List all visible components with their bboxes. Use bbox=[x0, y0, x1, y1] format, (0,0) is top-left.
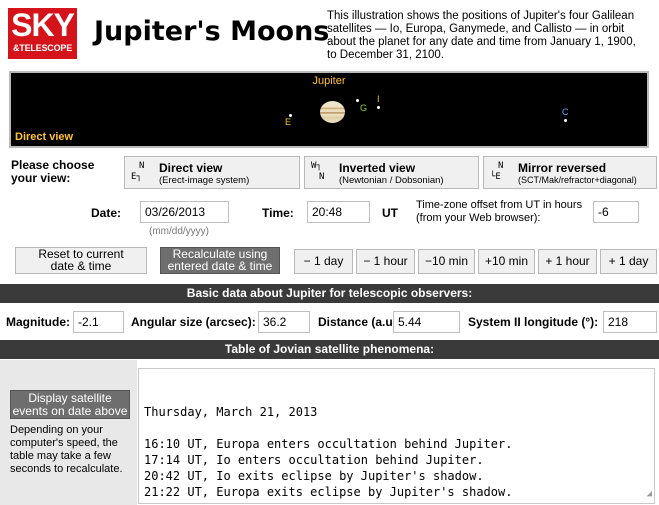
resize-grip-icon[interactable]: ◢ bbox=[647, 486, 652, 502]
angular-size-field[interactable]: 36.2 bbox=[258, 311, 310, 333]
callisto-dot bbox=[564, 119, 567, 122]
date-format-hint: (mm/dd/yyyy) bbox=[149, 226, 209, 237]
inverted-view-button[interactable]: W┐ N Inverted view (Newtonian / Dobsonian… bbox=[304, 156, 479, 189]
jupiter-sky-view: Jupiter E G I C Direct view bbox=[9, 71, 649, 148]
view-prompt: Please choose your view: bbox=[11, 158, 95, 185]
mirror-reversed-button[interactable]: N └E Mirror reversed (SCT/Mak/refractor+d… bbox=[483, 156, 657, 189]
longitude-field[interactable]: 218 bbox=[603, 311, 657, 333]
speed-note: Depending on your computer's speed, the … bbox=[10, 424, 123, 475]
view-name: Direct view bbox=[159, 161, 223, 175]
distance-label: Distance (a.u.): bbox=[318, 315, 405, 329]
ganymede-label: G bbox=[360, 103, 368, 113]
button-label: date & time bbox=[50, 259, 112, 273]
button-label: events on date above bbox=[12, 404, 128, 418]
planet-label: Jupiter bbox=[312, 75, 346, 87]
orientation-icon: N └E bbox=[490, 161, 504, 182]
longitude-label: System II longitude (°): bbox=[468, 315, 599, 329]
plus-1-day-button[interactable]: + 1 day bbox=[600, 249, 657, 274]
orientation-icon: W┐ N bbox=[311, 161, 325, 182]
time-label: Time: bbox=[262, 206, 294, 220]
jupiter-disk bbox=[320, 101, 345, 123]
minus-1-day-button[interactable]: − 1 day bbox=[294, 249, 353, 274]
direct-view-button[interactable]: N E┐ Direct view (Erect-image system) bbox=[124, 156, 300, 189]
europa-label: E bbox=[285, 117, 292, 127]
logo-subwordmark: &TELESCOPE bbox=[12, 43, 72, 53]
date-input[interactable]: 03/26/2013 bbox=[140, 201, 229, 223]
view-subtitle: (Erect-image system) bbox=[159, 175, 250, 186]
magnitude-label: Magnitude: bbox=[6, 315, 70, 329]
view-name: Inverted view bbox=[339, 161, 416, 175]
phenomena-heading: Table of Jovian satellite phenomena: bbox=[0, 340, 659, 359]
view-name: Mirror reversed bbox=[518, 161, 607, 175]
io-dot bbox=[377, 106, 380, 109]
intro-text: This illustration shows the positions of… bbox=[327, 10, 636, 61]
recalculate-button[interactable]: Recalculate using entered date & time bbox=[160, 247, 280, 274]
display-events-button[interactable]: Display satellite events on date above bbox=[10, 390, 130, 419]
view-subtitle: (SCT/Mak/refractor+diagonal) bbox=[518, 175, 637, 185]
callisto-label: C bbox=[562, 107, 569, 117]
phenomena-results-textarea[interactable]: Thursday, March 21, 2013 16:10 UT, Europ… bbox=[138, 368, 655, 504]
sky-telescope-logo: SKY &TELESCOPE bbox=[8, 8, 77, 59]
time-unit: UT bbox=[382, 206, 398, 220]
minus-1-hour-button[interactable]: − 1 hour bbox=[356, 249, 415, 274]
results-text: Thursday, March 21, 2013 16:10 UT, Europ… bbox=[144, 405, 513, 499]
ganymede-dot bbox=[356, 99, 359, 102]
view-subtitle: (Newtonian / Dobsonian) bbox=[339, 175, 444, 186]
timezone-input[interactable]: -6 bbox=[593, 201, 639, 223]
minus-10-min-button[interactable]: −10 min bbox=[418, 249, 475, 274]
distance-field[interactable]: 5.44 bbox=[393, 311, 460, 333]
plus-10-min-button[interactable]: +10 min bbox=[478, 249, 535, 274]
timezone-note: Time-zone offset from UT in hours (from … bbox=[416, 199, 583, 224]
basic-data-heading: Basic data about Jupiter for telescopic … bbox=[0, 284, 659, 303]
page-title: Jupiter's Moons bbox=[94, 16, 330, 47]
orientation-icon: N E┐ bbox=[131, 161, 145, 182]
button-label: entered date & time bbox=[167, 259, 273, 273]
logo-wordmark: SKY bbox=[11, 7, 75, 43]
view-mode-label: Direct view bbox=[15, 131, 74, 143]
angular-size-label: Angular size (arcsec): bbox=[131, 315, 256, 329]
io-label: I bbox=[377, 94, 380, 104]
time-input[interactable]: 20:48 bbox=[307, 201, 370, 223]
magnitude-field[interactable]: -2.1 bbox=[73, 311, 124, 333]
plus-1-hour-button[interactable]: + 1 hour bbox=[538, 249, 597, 274]
date-label: Date: bbox=[91, 206, 122, 220]
reset-datetime-button[interactable]: Reset to current date & time bbox=[15, 247, 147, 274]
